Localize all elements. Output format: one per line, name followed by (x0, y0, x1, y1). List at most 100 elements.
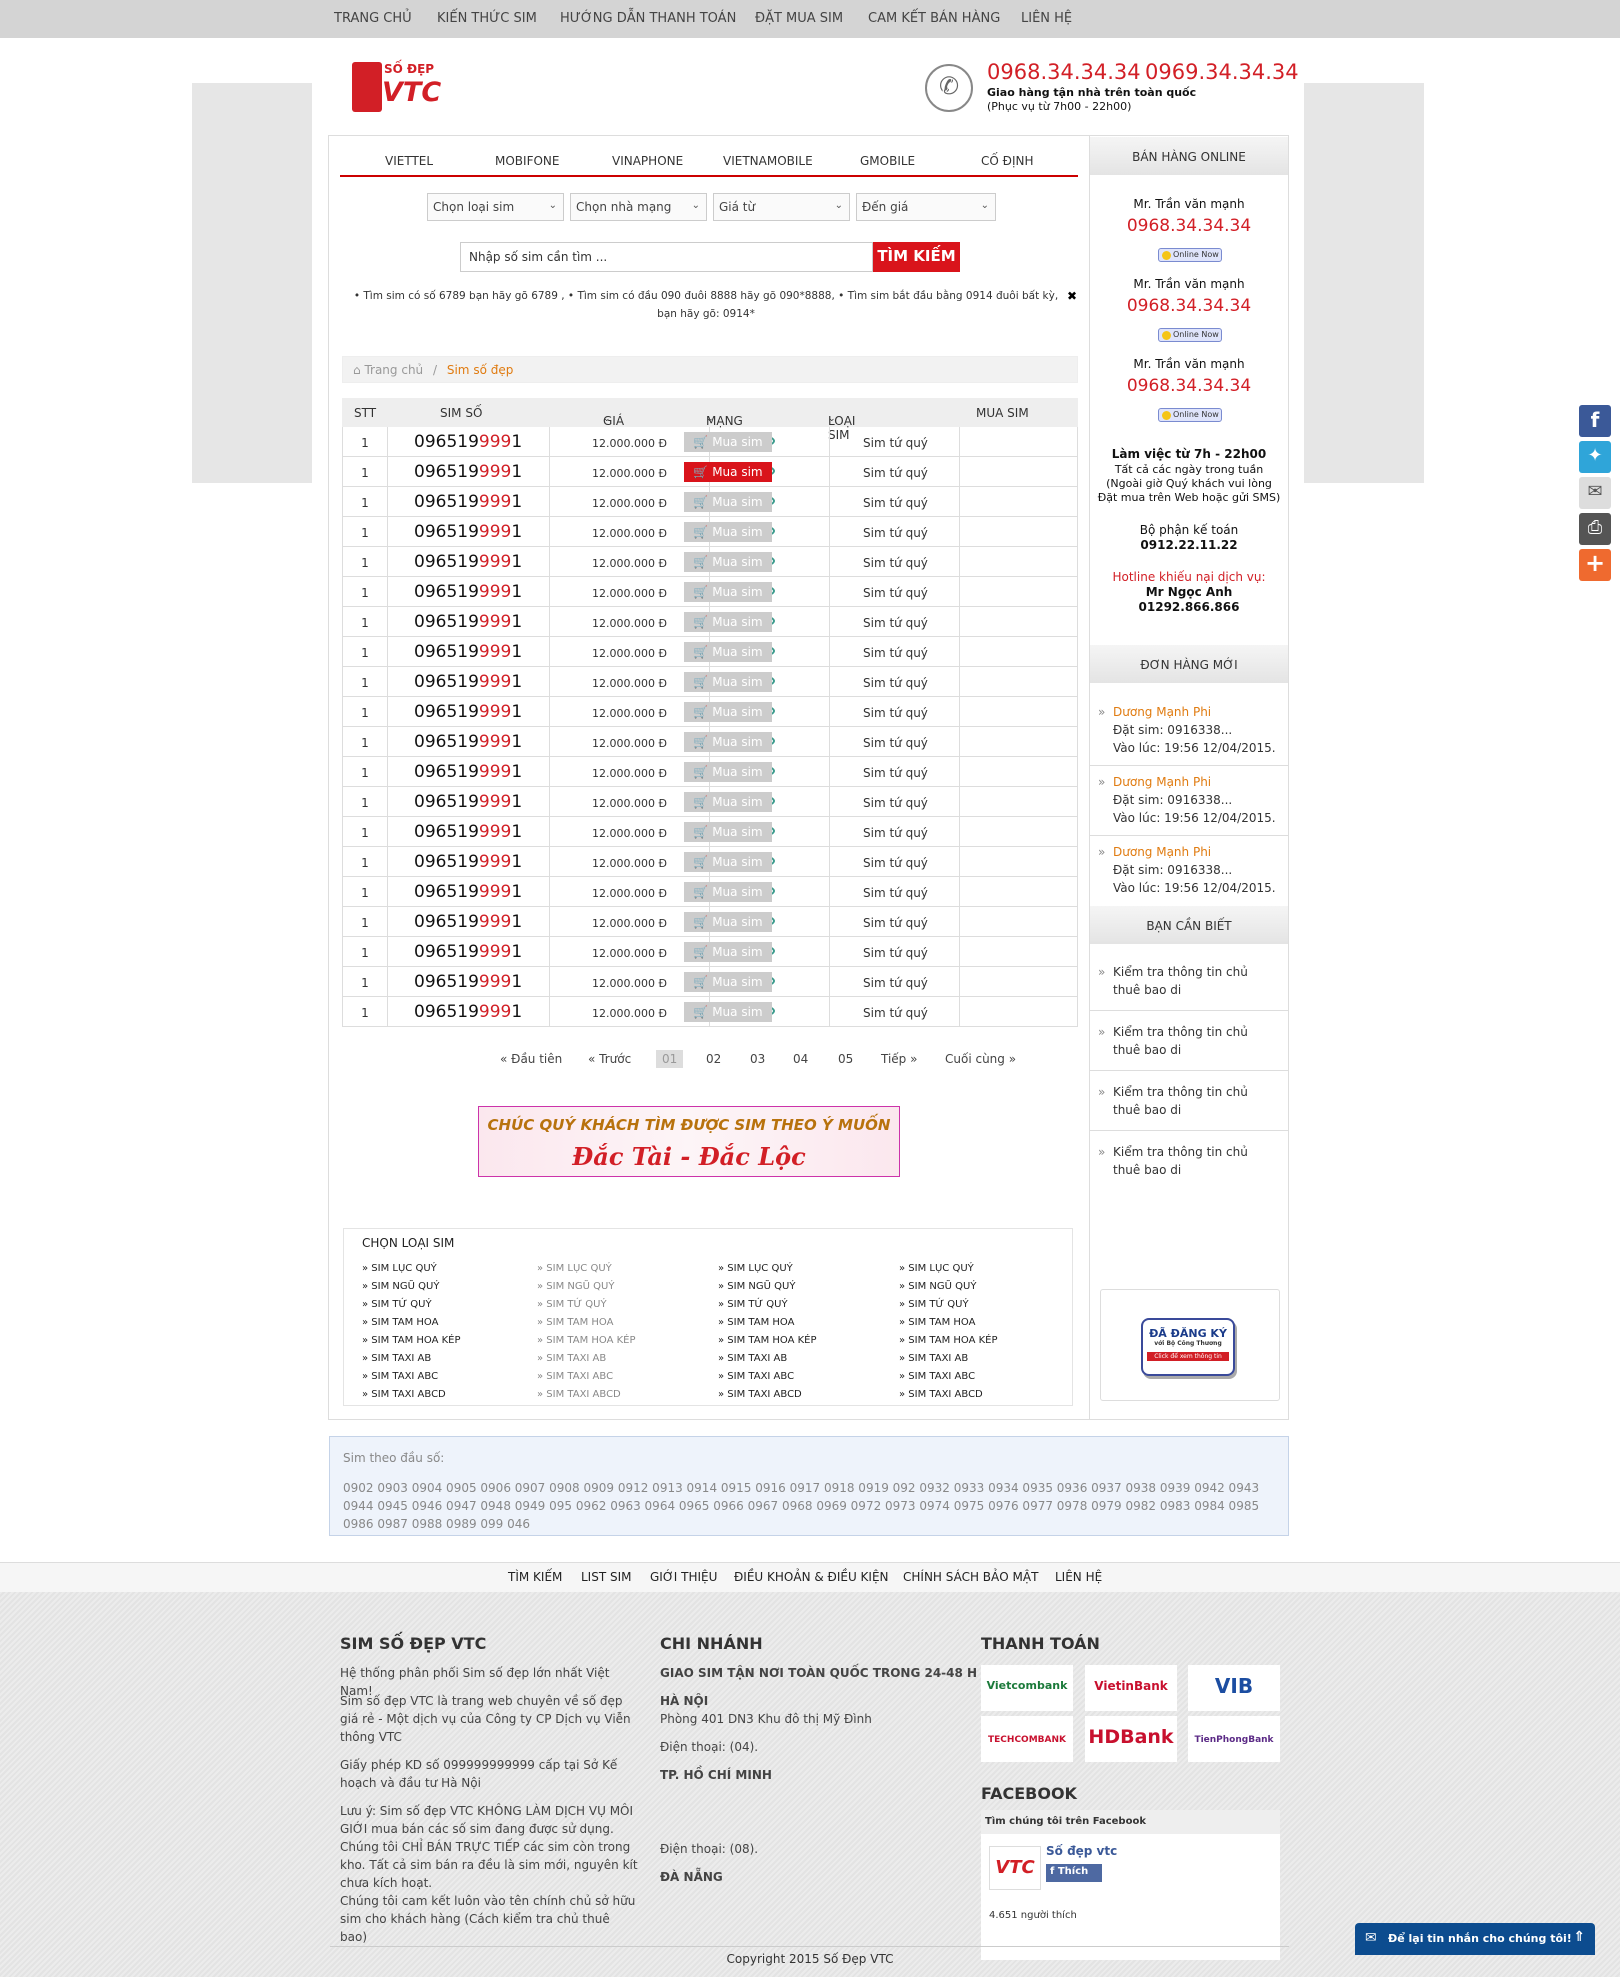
tab-mobifone[interactable]: MOBIFONE (495, 154, 559, 168)
row-sim-number[interactable]: 0965199991 (388, 817, 550, 846)
row-sim-number[interactable]: 0965199991 (388, 667, 550, 696)
fnav-list-sim[interactable]: LIST SIM (581, 1570, 632, 1584)
nav-knowledge[interactable]: KIẾN THỨC SIM (437, 11, 537, 26)
fb-like-button[interactable]: f Thích (1046, 1864, 1102, 1882)
category-link[interactable]: » SIM TỨ QUÝ (362, 1296, 461, 1314)
page-03[interactable]: 03 (750, 1052, 765, 1066)
row-sim-number[interactable]: 0965199991 (388, 847, 550, 876)
category-link[interactable]: » SIM TAM HOA (537, 1314, 636, 1332)
seller-phone[interactable]: 0968.34.34.34 (1090, 216, 1288, 236)
category-link[interactable]: » SIM TAM HOA KÉP (899, 1332, 998, 1350)
col-sim-so[interactable]: SIM SỐ (440, 406, 482, 420)
category-link[interactable]: » SIM TAXI ABC (718, 1368, 817, 1386)
page-prev[interactable]: « Trước (588, 1052, 631, 1066)
category-link[interactable]: » SIM TAXI ABCD (718, 1386, 817, 1404)
category-link[interactable]: » SIM TAXI ABCD (899, 1386, 998, 1404)
buy-sim-button[interactable]: 🛒 Mua sim (684, 792, 772, 812)
fnav-search[interactable]: TÌM KIẾM (508, 1570, 562, 1584)
buy-sim-button[interactable]: 🛒 Mua sim (684, 522, 772, 542)
complaint-phone[interactable]: 01292.866.866 (1090, 600, 1288, 614)
buy-sim-button[interactable]: 🛒 Mua sim (684, 822, 772, 842)
twitter-share-icon[interactable]: ✦ (1579, 441, 1611, 473)
category-link[interactable]: » SIM TAM HOA (899, 1314, 998, 1332)
buy-sim-button[interactable]: 🛒 Mua sim (684, 672, 772, 692)
search-button[interactable]: TÌM KIẾM (873, 242, 960, 272)
tab-co-dinh[interactable]: CỐ ĐỊNH (981, 154, 1033, 168)
nav-commitment[interactable]: CAM KẾT BÁN HÀNG (868, 11, 1000, 26)
row-sim-number[interactable]: 0965199991 (388, 907, 550, 936)
buy-sim-button[interactable]: 🛒 Mua sim (684, 612, 772, 632)
know-item[interactable]: » Kiểm tra thông tin chủ thuê bao di (1098, 1083, 1283, 1119)
buy-sim-button[interactable]: 🛒 Mua sim (684, 432, 772, 452)
seller-phone[interactable]: 0968.34.34.34 (1090, 296, 1288, 316)
add-share-icon[interactable]: + (1579, 549, 1611, 581)
nav-home[interactable]: TRANG CHỦ (334, 11, 412, 26)
nav-contact[interactable]: LIÊN HỆ (1021, 11, 1072, 26)
category-link[interactable]: » SIM TỨ QUÝ (899, 1296, 998, 1314)
category-link[interactable]: » SIM TAM HOA (718, 1314, 817, 1332)
row-sim-number[interactable]: 0965199991 (388, 877, 550, 906)
page-05[interactable]: 05 (838, 1052, 853, 1066)
category-link[interactable]: » SIM LỤC QUÝ (537, 1260, 636, 1278)
know-item[interactable]: » Kiểm tra thông tin chủ thuê bao di (1098, 963, 1283, 999)
category-link[interactable]: » SIM NGŨ QUÝ (362, 1278, 461, 1296)
page-01[interactable]: 01 (656, 1050, 684, 1068)
page-first[interactable]: « Đầu tiên (500, 1052, 562, 1066)
buy-sim-button[interactable]: 🛒 Mua sim (684, 912, 772, 932)
buy-sim-button[interactable]: 🛒 Mua sim (684, 582, 772, 602)
search-input[interactable]: Nhập số sim cần tìm ... (460, 242, 873, 272)
know-item[interactable]: » Kiểm tra thông tin chủ thuê bao di (1098, 1023, 1283, 1059)
category-link[interactable]: » SIM TAM HOA (362, 1314, 461, 1332)
nav-payment-guide[interactable]: HƯỚNG DẪN THANH TOÁN (560, 11, 736, 26)
category-link[interactable]: » SIM TAM HOA KÉP (362, 1332, 461, 1350)
seller-phone[interactable]: 0968.34.34.34 (1090, 376, 1288, 396)
select-price-from[interactable]: Giá từ ⌄ (713, 193, 850, 221)
row-sim-number[interactable]: 0965199991 (388, 427, 550, 456)
row-sim-number[interactable]: 0965199991 (388, 967, 550, 996)
select-price-to[interactable]: Đến giá ⌄ (856, 193, 996, 221)
row-sim-number[interactable]: 0965199991 (388, 517, 550, 546)
category-link[interactable]: » SIM TỨ QUÝ (537, 1296, 636, 1314)
close-icon[interactable]: ✖ (1067, 289, 1077, 303)
fnav-contact[interactable]: LIÊN HỆ (1055, 1570, 1102, 1584)
header-phone-1[interactable]: 0968.34.34.34 (987, 60, 1141, 84)
select-network[interactable]: Chọn nhà mạng ⌄ (570, 193, 707, 221)
category-link[interactable]: » SIM NGŨ QUÝ (537, 1278, 636, 1296)
buy-sim-button[interactable]: 🛒 Mua sim (684, 552, 772, 572)
tab-gmobile[interactable]: GMOBILE (860, 154, 915, 168)
fnav-about[interactable]: GIỚI THIỆU (650, 1570, 717, 1584)
row-sim-number[interactable]: 0965199991 (388, 577, 550, 606)
row-sim-number[interactable]: 0965199991 (388, 937, 550, 966)
category-link[interactable]: » SIM TAXI AB (362, 1350, 461, 1368)
know-item[interactable]: » Kiểm tra thông tin chủ thuê bao di (1098, 1143, 1283, 1179)
buy-sim-button[interactable]: 🛒 Mua sim (684, 732, 772, 752)
buy-sim-button[interactable]: 🛒 Mua sim (684, 642, 772, 662)
row-sim-number[interactable]: 0965199991 (388, 997, 550, 1026)
chat-widget-button[interactable]: ✉ Để lại tin nhắn cho chúng tôi! ⇑ (1355, 1923, 1595, 1955)
fnav-privacy[interactable]: CHÍNH SÁCH BẢO MẬT (903, 1570, 1038, 1584)
fnav-terms[interactable]: ĐIỀU KHOẢN & ĐIỀU KIỆN (734, 1570, 889, 1584)
buy-sim-button[interactable]: 🛒 Mua sim (684, 942, 772, 962)
category-link[interactable]: » SIM TAM HOA KÉP (537, 1332, 636, 1350)
buy-sim-button[interactable]: 🛒 Mua sim (684, 702, 772, 722)
category-link[interactable]: » SIM TAXI ABCD (362, 1386, 461, 1404)
page-next[interactable]: Tiếp » (881, 1052, 917, 1066)
category-link[interactable]: » SIM TAXI ABC (362, 1368, 461, 1386)
buy-sim-button[interactable]: 🛒 Mua sim (684, 972, 772, 992)
breadcrumb-home[interactable]: Trang chủ (364, 363, 423, 377)
page-02[interactable]: 02 (706, 1052, 721, 1066)
buy-sim-button[interactable]: 🛒 Mua sim (684, 762, 772, 782)
buy-sim-button[interactable]: 🛒 Mua sim (684, 852, 772, 872)
site-logo[interactable]: SỐ ĐẸP VTC (352, 60, 441, 114)
row-sim-number[interactable]: 0965199991 (388, 457, 550, 486)
row-sim-number[interactable]: 0965199991 (388, 607, 550, 636)
buy-sim-button[interactable]: 🛒 Mua sim (684, 462, 772, 482)
online-status-badge[interactable]: Online Now (1158, 328, 1222, 342)
row-sim-number[interactable]: 0965199991 (388, 757, 550, 786)
category-link[interactable]: » SIM TAXI AB (537, 1350, 636, 1368)
fb-page-name[interactable]: Số đẹp vtc (1046, 1844, 1117, 1858)
row-sim-number[interactable]: 0965199991 (388, 487, 550, 516)
row-sim-number[interactable]: 0965199991 (388, 697, 550, 726)
email-share-icon[interactable]: ✉ (1579, 477, 1611, 509)
tab-vinaphone[interactable]: VINAPHONE (612, 154, 683, 168)
